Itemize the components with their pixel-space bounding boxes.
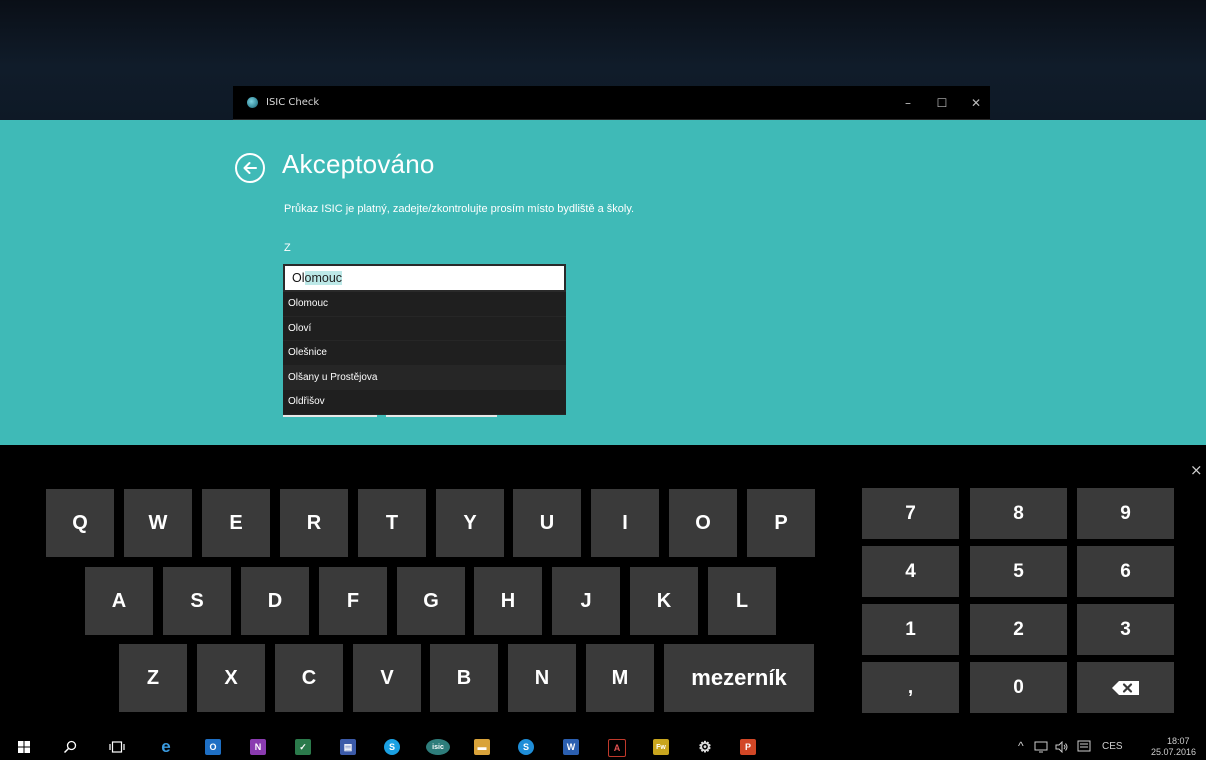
back-button[interactable] [235, 153, 265, 183]
skype-icon[interactable]: S [384, 739, 400, 755]
edge-icon[interactable]: e [158, 737, 174, 756]
obscured-button-left[interactable] [283, 415, 377, 417]
key-x[interactable]: X [197, 644, 265, 712]
onenote-icon[interactable]: N [250, 739, 266, 755]
window-titlebar[interactable]: ISIC Check – ☐ ✕ [233, 86, 990, 120]
key-d[interactable]: D [241, 567, 309, 635]
key-e[interactable]: E [202, 489, 270, 557]
tray-overflow-icon[interactable]: ^ [1018, 739, 1024, 753]
city-field-label: Z [284, 242, 291, 254]
key-h[interactable]: H [474, 567, 542, 635]
page-subtitle: Průkaz ISIC je platný, zadejte/zkontrolu… [284, 203, 635, 215]
app-content [0, 120, 1206, 445]
suggestion-item[interactable]: Oloví [283, 317, 566, 342]
suggestion-list: Olomouc Oloví Olešnice Olšany u Prostějo… [283, 292, 566, 415]
key-1[interactable]: 1 [862, 604, 959, 655]
clock-time[interactable]: 18:07 [1167, 736, 1190, 746]
skype-business-icon[interactable]: S [518, 739, 534, 755]
key-t[interactable]: T [358, 489, 426, 557]
settings-icon[interactable]: ⚙ [697, 739, 713, 756]
key-4[interactable]: 4 [862, 546, 959, 597]
key-w[interactable]: W [124, 489, 192, 557]
task-view-icon[interactable] [109, 741, 125, 753]
window-controls: – ☐ ✕ [902, 86, 982, 119]
key-b[interactable]: B [430, 644, 498, 712]
fireworks-icon[interactable]: Fw [653, 739, 669, 755]
acrobat-icon[interactable]: A [608, 739, 626, 757]
project-icon[interactable]: ✓ [295, 739, 311, 755]
key-z[interactable]: Z [119, 644, 187, 712]
key-k[interactable]: K [630, 567, 698, 635]
city-input[interactable]: Olomouc [283, 264, 566, 292]
key-j[interactable]: J [552, 567, 620, 635]
space-key[interactable]: mezerník [664, 644, 814, 712]
key-q[interactable]: Q [46, 489, 114, 557]
outlook-icon[interactable]: O [205, 739, 221, 755]
backspace-key[interactable] [1077, 662, 1174, 713]
keyboard-close-button[interactable]: × [1190, 461, 1203, 479]
key-9[interactable]: 9 [1077, 488, 1174, 539]
save-icon[interactable]: ▤ [340, 739, 356, 755]
taskbar: e O N ✓ ▤ S isic ▬ S W A Fw ⚙ P ^ CES 18… [0, 735, 1206, 760]
key-s[interactable]: S [163, 567, 231, 635]
powerpoint-icon[interactable]: P [740, 739, 756, 755]
key-3[interactable]: 3 [1077, 604, 1174, 655]
key-comma[interactable]: , [862, 662, 959, 713]
suggestion-item[interactable]: Oldřišov [283, 390, 566, 415]
suggestion-item[interactable]: Olšany u Prostějova [283, 365, 566, 391]
key-y[interactable]: Y [436, 489, 504, 557]
language-indicator[interactable]: CES [1102, 741, 1123, 752]
isic-icon[interactable]: isic [426, 739, 450, 755]
file-explorer-icon[interactable]: ▬ [474, 739, 490, 755]
network-icon[interactable] [1034, 741, 1048, 753]
word-icon[interactable]: W [563, 739, 579, 755]
key-u[interactable]: U [513, 489, 581, 557]
window-title: ISIC Check [266, 97, 320, 108]
backspace-icon [1111, 680, 1139, 695]
minimize-button[interactable]: – [902, 96, 914, 110]
key-c[interactable]: C [275, 644, 343, 712]
action-center-icon[interactable] [1077, 740, 1091, 754]
key-2[interactable]: 2 [970, 604, 1067, 655]
key-v[interactable]: V [353, 644, 421, 712]
key-p[interactable]: P [747, 489, 815, 557]
input-typed-text: Ol [292, 271, 305, 285]
key-r[interactable]: R [280, 489, 348, 557]
isic-logo-icon [247, 97, 258, 108]
windows-start-icon[interactable] [18, 741, 30, 753]
key-7[interactable]: 7 [862, 488, 959, 539]
key-8[interactable]: 8 [970, 488, 1067, 539]
key-g[interactable]: G [397, 567, 465, 635]
volume-icon[interactable] [1055, 741, 1069, 753]
key-n[interactable]: N [508, 644, 576, 712]
obscured-button-right[interactable] [386, 415, 497, 417]
search-icon[interactable] [63, 740, 77, 754]
key-l[interactable]: L [708, 567, 776, 635]
suggestion-item[interactable]: Olomouc [283, 292, 566, 317]
suggestion-item[interactable]: Olešnice [283, 341, 566, 366]
key-m[interactable]: M [586, 644, 654, 712]
clock-date[interactable]: 25.07.2016 [1151, 747, 1196, 757]
key-0[interactable]: 0 [970, 662, 1067, 713]
key-6[interactable]: 6 [1077, 546, 1174, 597]
page-title: Akceptováno [282, 149, 435, 179]
close-window-button[interactable]: ✕ [970, 96, 982, 110]
input-autocomplete-text: omouc [304, 271, 343, 285]
key-a[interactable]: A [85, 567, 153, 635]
back-arrow-icon [243, 162, 257, 174]
key-o[interactable]: O [669, 489, 737, 557]
maximize-button[interactable]: ☐ [936, 96, 948, 110]
key-f[interactable]: F [319, 567, 387, 635]
key-5[interactable]: 5 [970, 546, 1067, 597]
key-i[interactable]: I [591, 489, 659, 557]
